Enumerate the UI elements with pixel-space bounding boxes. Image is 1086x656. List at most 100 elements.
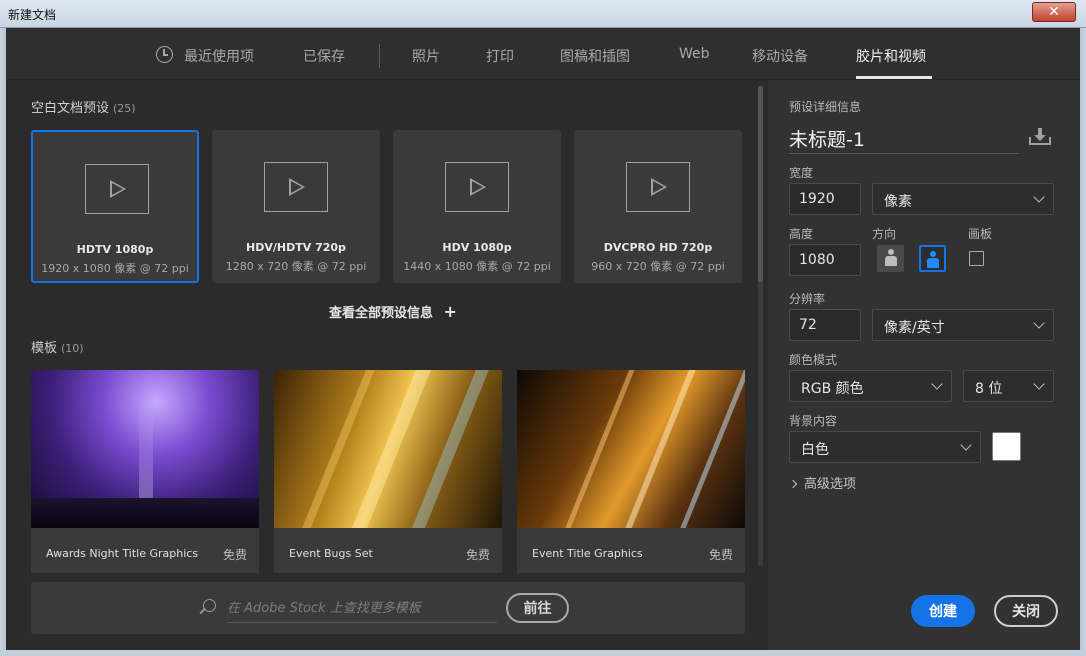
resolution-unit-value: 像素/英寸 <box>884 320 945 336</box>
light-streak <box>559 370 640 528</box>
tab-photo[interactable]: 照片 <box>412 46 440 66</box>
preset-dimensions: 1280 x 720 像素 @ 72 ppi <box>225 260 367 273</box>
template-card[interactable]: Event Bugs Set 免费 <box>274 370 502 573</box>
preset-dimensions: 1440 x 1080 像素 @ 72 ppi <box>403 260 551 273</box>
height-label: 高度 <box>789 227 814 241</box>
resolution-unit-select[interactable]: 像素/英寸 <box>872 309 1054 341</box>
chevron-down-icon <box>960 439 972 451</box>
preset-name: HDV 1080p <box>442 241 512 254</box>
width-unit-value: 像素 <box>884 194 912 210</box>
presets-scrollbar[interactable] <box>758 86 763 566</box>
preset-details-heading: 预设详细信息 <box>789 100 862 114</box>
create-button[interactable]: 创建 <box>911 595 975 627</box>
video-document-icon <box>264 162 328 212</box>
preset-dimensions: 1920 x 1080 像素 @ 72 ppi <box>41 262 189 275</box>
landscape-icon <box>926 251 939 268</box>
blank-presets-title: 空白文档预设 <box>31 101 110 116</box>
chevron-down-icon <box>1033 191 1045 203</box>
preset-card[interactable]: HDTV 1080p 1920 x 1080 像素 @ 72 ppi <box>31 130 199 283</box>
tab-mobile[interactable]: 移动设备 <box>752 46 808 66</box>
background-select[interactable]: 白色 <box>789 431 981 463</box>
tab-web[interactable]: Web <box>679 46 710 62</box>
color-mode-value: RGB 颜色 <box>801 381 864 397</box>
background-color-swatch[interactable] <box>992 432 1021 461</box>
background-label: 背景内容 <box>789 414 838 428</box>
download-tray <box>1029 137 1051 145</box>
template-thumbnail <box>517 370 745 528</box>
resolution-label: 分辨率 <box>789 292 826 306</box>
window-close-button[interactable]: ✕ <box>1032 2 1076 22</box>
chevron-down-icon <box>931 378 943 390</box>
play-icon <box>651 178 667 196</box>
active-tab-indicator <box>856 76 932 79</box>
stock-search-input[interactable] <box>227 595 497 623</box>
templates-title: 模板 <box>31 341 58 356</box>
preset-card[interactable]: HDV/HDTV 720p 1280 x 720 像素 @ 72 ppi <box>212 130 380 283</box>
blank-presets-count: (25) <box>113 102 136 115</box>
template-name: Event Title Graphics <box>532 547 643 560</box>
template-thumbnail <box>274 370 502 528</box>
play-icon <box>289 178 305 196</box>
light-beam <box>139 400 153 500</box>
artboard-checkbox[interactable] <box>969 251 984 266</box>
play-icon <box>470 178 486 196</box>
window-title: 新建文档 <box>8 8 57 22</box>
play-icon <box>110 180 126 198</box>
adobe-stock-search-bar: 前往 <box>31 582 745 634</box>
category-tab-bar: 最近使用项 已保存 照片 打印 图稿和插图 Web 移动设备 胶片和视频 <box>6 28 1080 80</box>
height-input[interactable]: 1080 <box>789 244 861 276</box>
view-all-presets-link[interactable]: 查看全部预设信息 + <box>329 302 457 321</box>
templates-count: (10) <box>61 342 84 355</box>
tab-recent[interactable]: 最近使用项 <box>184 46 254 66</box>
view-all-presets-label: 查看全部预设信息 <box>329 306 434 321</box>
preset-card[interactable]: HDV 1080p 1440 x 1080 像素 @ 72 ppi <box>393 130 561 283</box>
landscape-orientation-button[interactable] <box>919 245 946 272</box>
width-unit-select[interactable]: 像素 <box>872 183 1054 215</box>
template-card[interactable]: Event Title Graphics 免费 <box>517 370 745 573</box>
chevron-down-icon <box>1033 378 1045 390</box>
resolution-input[interactable]: 72 <box>789 309 861 341</box>
search-icon <box>203 599 216 612</box>
preset-name: DVCPRO HD 720p <box>603 241 713 254</box>
blank-presets-heading: 空白文档预设 (25) <box>31 97 136 116</box>
preset-name: HDTV 1080p <box>76 243 154 256</box>
plus-icon: + <box>443 302 457 321</box>
tab-saved[interactable]: 已保存 <box>303 46 345 66</box>
width-label: 宽度 <box>789 166 814 180</box>
template-price: 免费 <box>708 548 733 562</box>
go-button[interactable]: 前往 <box>506 593 569 623</box>
tab-film-video[interactable]: 胶片和视频 <box>856 46 926 66</box>
color-mode-label: 颜色模式 <box>789 353 838 367</box>
video-document-icon <box>626 162 690 212</box>
save-preset-icon[interactable] <box>1029 128 1051 146</box>
light-streak <box>619 370 701 528</box>
bit-depth-value: 8 位 <box>975 381 1003 397</box>
chevron-down-icon <box>1033 317 1045 329</box>
advanced-options-toggle[interactable]: 高级选项 <box>788 473 857 492</box>
window-titlebar: 新建文档 ✕ <box>0 0 1086 28</box>
advanced-options-label: 高级选项 <box>804 477 857 492</box>
template-card[interactable]: Awards Night Title Graphics 免费 <box>31 370 259 573</box>
template-price: 免费 <box>465 548 490 562</box>
clock-icon <box>156 46 173 63</box>
background-value: 白色 <box>801 442 829 458</box>
bit-depth-select[interactable]: 8 位 <box>963 370 1054 402</box>
template-thumbnail <box>31 370 259 528</box>
preset-card[interactable]: DVCPRO HD 720p 960 x 720 像素 @ 72 ppi <box>574 130 742 283</box>
width-input[interactable]: 1920 <box>789 183 861 215</box>
chevron-right-icon <box>788 479 798 489</box>
document-name-field[interactable]: 未标题-1 <box>789 122 1019 154</box>
template-name: Event Bugs Set <box>289 547 373 560</box>
scrollbar-thumb[interactable] <box>758 86 763 282</box>
city-lights <box>31 498 259 528</box>
portrait-orientation-button[interactable] <box>877 245 904 272</box>
window-frame-right <box>1080 28 1086 656</box>
tab-print[interactable]: 打印 <box>486 46 514 66</box>
artboard-label: 画板 <box>968 227 993 241</box>
template-price: 免费 <box>222 548 247 562</box>
color-mode-select[interactable]: RGB 颜色 <box>789 370 952 402</box>
tab-art-illustration[interactable]: 图稿和插图 <box>560 46 630 66</box>
preset-dimensions: 960 x 720 像素 @ 72 ppi <box>591 260 725 273</box>
close-button[interactable]: 关闭 <box>994 595 1058 627</box>
portrait-icon <box>884 249 897 266</box>
